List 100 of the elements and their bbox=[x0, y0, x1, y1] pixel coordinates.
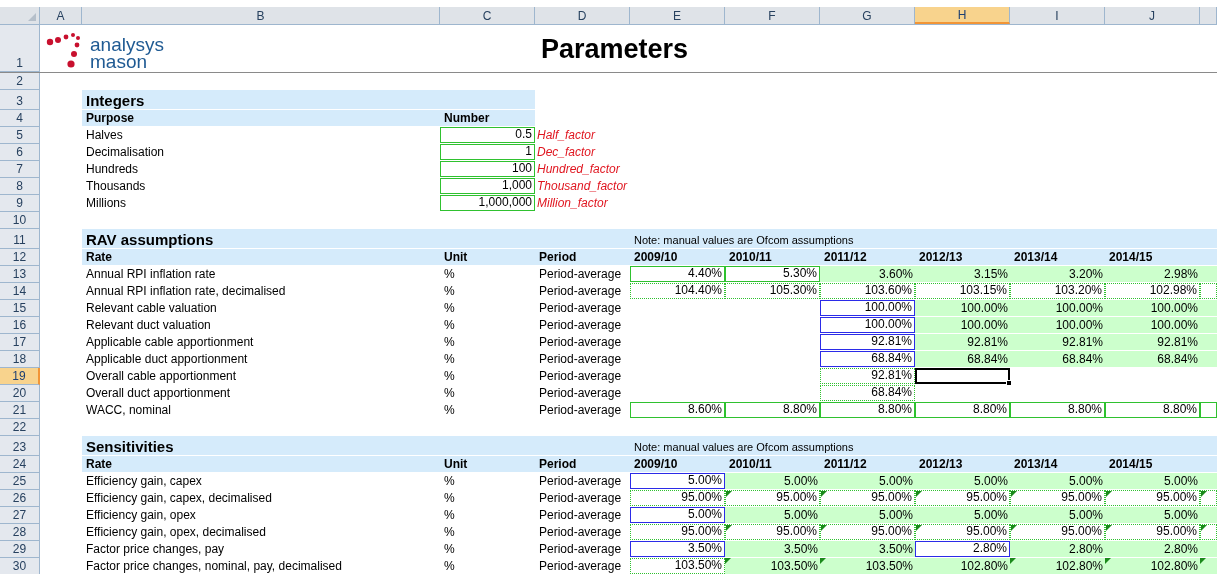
spreadsheet-cell[interactable]: 100.00% bbox=[820, 300, 915, 316]
spreadsheet-cell[interactable]: 100.00% bbox=[820, 317, 915, 333]
spreadsheet-cell[interactable] bbox=[1200, 541, 1217, 557]
spreadsheet-cell[interactable]: Applicable duct apportionment bbox=[82, 351, 440, 367]
spreadsheet-cell[interactable]: 2.80% bbox=[915, 541, 1010, 557]
spreadsheet-cell[interactable]: % bbox=[440, 334, 535, 350]
spreadsheet-cell[interactable] bbox=[1200, 334, 1217, 350]
spreadsheet-cell[interactable]: Period-average bbox=[535, 558, 630, 574]
spreadsheet-cell[interactable]: RAV assumptions bbox=[82, 229, 440, 248]
spreadsheet-cell[interactable]: 2.80% bbox=[1010, 541, 1105, 557]
spreadsheet-cell[interactable]: Period-average bbox=[535, 524, 630, 540]
row-header[interactable]: 22 bbox=[0, 419, 40, 436]
spreadsheet-cell[interactable]: 3.20% bbox=[1010, 266, 1105, 282]
spreadsheet-cell[interactable]: Unit bbox=[440, 249, 535, 265]
spreadsheet-cell[interactable]: Number bbox=[440, 110, 535, 126]
spreadsheet-cell[interactable]: 100.00% bbox=[915, 317, 1010, 333]
row-header[interactable]: 2 bbox=[0, 73, 40, 90]
spreadsheet-cell[interactable]: 5.00% bbox=[1105, 473, 1200, 489]
spreadsheet-cell[interactable]: 5.00% bbox=[1010, 473, 1105, 489]
spreadsheet-cell[interactable]: Efficiency gain, capex bbox=[82, 473, 440, 489]
row-header[interactable]: 6 bbox=[0, 144, 40, 161]
row-header[interactable]: 20 bbox=[0, 385, 40, 402]
spreadsheet-cell[interactable]: 95.00% bbox=[820, 524, 915, 540]
row-header[interactable]: 15 bbox=[0, 300, 40, 317]
spreadsheet-cell[interactable]: Applicable cable apportionment bbox=[82, 334, 440, 350]
spreadsheet-cell[interactable]: 0.5 bbox=[440, 127, 535, 143]
spreadsheet-cell[interactable]: Rate bbox=[82, 456, 440, 472]
spreadsheet-cell[interactable]: 68.84% bbox=[1105, 351, 1200, 367]
column-header[interactable]: D bbox=[535, 7, 630, 24]
spreadsheet-cell[interactable]: Annual RPI inflation rate bbox=[82, 266, 440, 282]
spreadsheet-cell[interactable]: 102.80% bbox=[1010, 558, 1105, 574]
row-header[interactable]: 11 bbox=[0, 229, 40, 249]
row-header[interactable]: 3 bbox=[0, 90, 40, 110]
spreadsheet-cell[interactable]: Relevant cable valuation bbox=[82, 300, 440, 316]
spreadsheet-cell[interactable]: 2010/11 bbox=[725, 249, 820, 265]
spreadsheet-cell[interactable]: Period-average bbox=[535, 490, 630, 506]
spreadsheet-cell[interactable]: Period-average bbox=[535, 385, 630, 401]
spreadsheet-cell[interactable]: 100.00% bbox=[1105, 317, 1200, 333]
spreadsheet-cell[interactable]: 1,000 bbox=[440, 178, 535, 194]
spreadsheet-cell[interactable]: Efficiency gain, opex bbox=[82, 507, 440, 523]
spreadsheet-cell[interactable]: % bbox=[440, 368, 535, 384]
spreadsheet-cell[interactable]: 95.00% bbox=[1105, 524, 1200, 540]
spreadsheet-cell[interactable]: 5.00% bbox=[630, 473, 725, 489]
spreadsheet-cell[interactable]: 2.80% bbox=[1105, 541, 1200, 557]
row-header[interactable]: 12 bbox=[0, 249, 40, 266]
spreadsheet-cell[interactable]: 8.80% bbox=[1105, 402, 1200, 418]
spreadsheet-cell[interactable]: 2013/14 bbox=[1010, 456, 1105, 472]
spreadsheet-cell[interactable]: Factor price changes, pay bbox=[82, 541, 440, 557]
spreadsheet-cell[interactable]: % bbox=[440, 524, 535, 540]
spreadsheet-cell[interactable]: Efficiency gain, capex, decimalised bbox=[82, 490, 440, 506]
spreadsheet-cell[interactable]: 103.15% bbox=[915, 283, 1010, 299]
spreadsheet-cell[interactable]: % bbox=[440, 283, 535, 299]
row-header[interactable]: 13 bbox=[0, 266, 40, 283]
spreadsheet-cell[interactable] bbox=[1200, 473, 1217, 489]
spreadsheet-cell[interactable]: Million_factor bbox=[535, 195, 630, 211]
spreadsheet-cell[interactable] bbox=[1200, 402, 1217, 418]
spreadsheet-cell[interactable]: 68.84% bbox=[1010, 351, 1105, 367]
spreadsheet-cell[interactable] bbox=[1200, 266, 1217, 282]
spreadsheet-cell[interactable] bbox=[1200, 507, 1217, 523]
column-header[interactable]: E bbox=[630, 7, 725, 24]
row-header[interactable]: 29 bbox=[0, 541, 40, 558]
spreadsheet-cell[interactable]: 102.80% bbox=[915, 558, 1010, 574]
spreadsheet-cell[interactable]: 103.20% bbox=[1010, 283, 1105, 299]
spreadsheet-cell[interactable]: 95.00% bbox=[1010, 490, 1105, 506]
spreadsheet-cell[interactable]: % bbox=[440, 490, 535, 506]
row-header[interactable]: 16 bbox=[0, 317, 40, 334]
spreadsheet-cell[interactable]: 2009/10 bbox=[630, 456, 725, 472]
spreadsheet-cell[interactable]: 103.50% bbox=[820, 558, 915, 574]
spreadsheet-cell[interactable]: % bbox=[440, 558, 535, 574]
row-header[interactable]: 21 bbox=[0, 402, 40, 419]
spreadsheet-cell[interactable]: 5.00% bbox=[1105, 507, 1200, 523]
spreadsheet-cell[interactable]: 68.84% bbox=[820, 351, 915, 367]
spreadsheet-cell[interactable]: 2014/15 bbox=[1105, 456, 1200, 472]
spreadsheet-cell[interactable]: 92.81% bbox=[1010, 334, 1105, 350]
spreadsheet-cell[interactable]: WACC, nominal bbox=[82, 402, 440, 418]
spreadsheet-cell[interactable]: 3.50% bbox=[630, 541, 725, 557]
spreadsheet-cell[interactable]: Dec_factor bbox=[535, 144, 630, 160]
column-header[interactable]: H bbox=[915, 7, 1010, 24]
spreadsheet-cell[interactable]: 5.00% bbox=[915, 507, 1010, 523]
spreadsheet-cell[interactable]: 2011/12 bbox=[820, 249, 915, 265]
spreadsheet-cell[interactable]: 95.00% bbox=[725, 490, 820, 506]
spreadsheet-cell[interactable]: 2010/11 bbox=[725, 456, 820, 472]
spreadsheet-cell[interactable]: Period-average bbox=[535, 300, 630, 316]
spreadsheet-cell[interactable] bbox=[915, 368, 1010, 384]
row-header[interactable]: 4 bbox=[0, 110, 40, 127]
spreadsheet-cell[interactable]: Period-average bbox=[535, 334, 630, 350]
spreadsheet-cell[interactable]: % bbox=[440, 266, 535, 282]
spreadsheet-cell[interactable]: 95.00% bbox=[1010, 524, 1105, 540]
spreadsheet-cell[interactable]: 8.80% bbox=[725, 402, 820, 418]
row-header[interactable]: 17 bbox=[0, 334, 40, 351]
spreadsheet-cell[interactable]: 8.80% bbox=[1010, 402, 1105, 418]
column-header[interactable]: B bbox=[82, 7, 440, 24]
spreadsheet-cell[interactable]: 3.60% bbox=[820, 266, 915, 282]
spreadsheet-cell[interactable]: 100.00% bbox=[1010, 300, 1105, 316]
spreadsheet-cell[interactable]: 95.00% bbox=[915, 524, 1010, 540]
spreadsheet-cell[interactable]: 1 bbox=[440, 144, 535, 160]
spreadsheet-cell[interactable] bbox=[1200, 300, 1217, 316]
spreadsheet-cell[interactable]: 103.50% bbox=[725, 558, 820, 574]
spreadsheet-cell[interactable]: Annual RPI inflation rate, decimalised bbox=[82, 283, 440, 299]
spreadsheet-cell[interactable]: 100 bbox=[440, 161, 535, 177]
